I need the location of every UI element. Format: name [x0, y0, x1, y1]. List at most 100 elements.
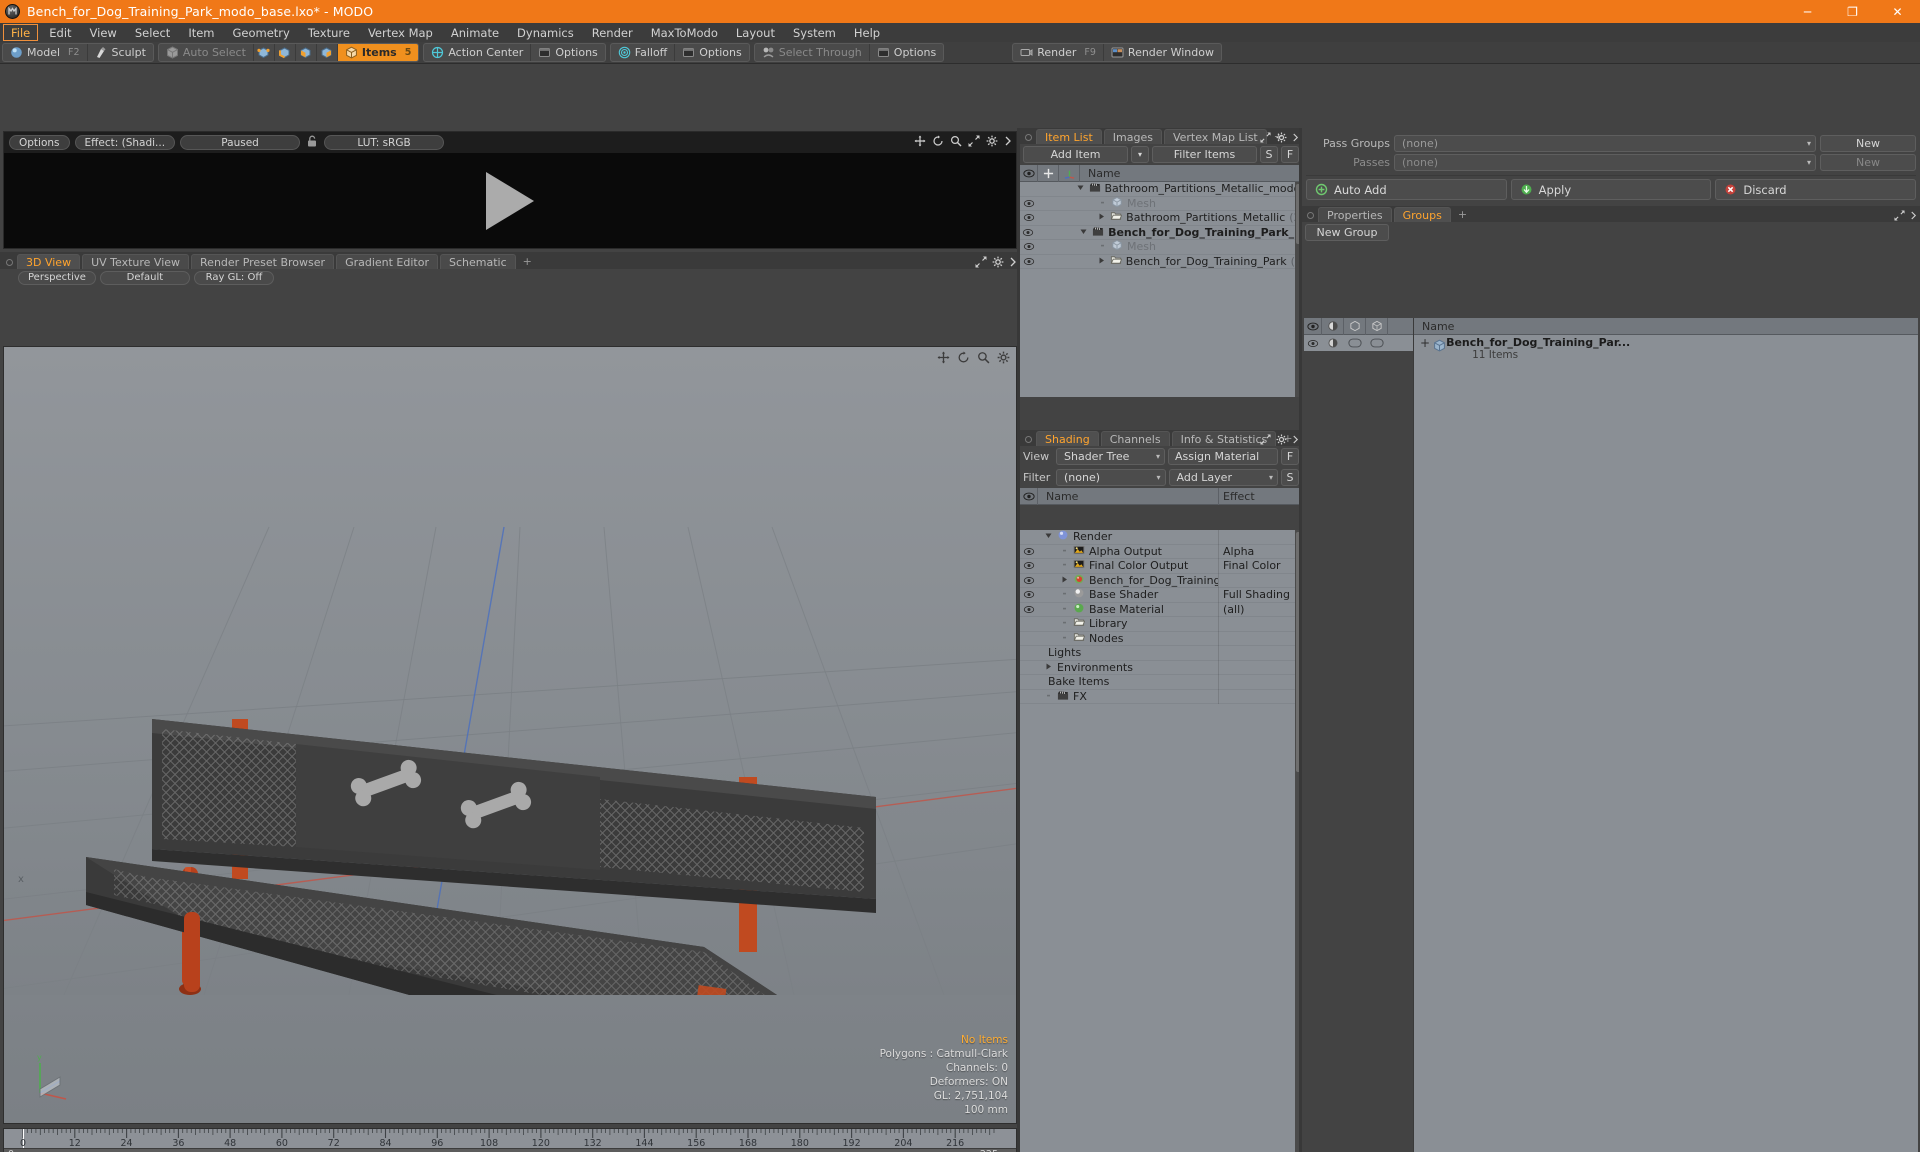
item-list-row[interactable]: Bathroom_Partitions_Metallic_modo_bas ..… [1020, 182, 1302, 197]
row-effect[interactable] [1218, 616, 1302, 631]
sculpt-mode-button[interactable]: Sculpt [88, 44, 153, 61]
shading-row[interactable]: Base Shader Full Shading▾ [1020, 587, 1302, 603]
vertex-select-icon[interactable] [254, 44, 275, 61]
row-disclosure[interactable] [1098, 197, 1107, 210]
item-list-row[interactable]: Bench_for_Dog_Training_Park_m ... [1020, 226, 1302, 240]
gear-icon[interactable] [986, 135, 998, 147]
gear-icon[interactable] [1276, 434, 1287, 445]
row-effect[interactable]: Full Shading▾ [1218, 587, 1302, 602]
filter-items-input[interactable]: Filter Items [1152, 146, 1257, 163]
passes-dropdown[interactable]: (none) ▾ [1394, 154, 1816, 171]
row-visibility-toggle[interactable] [1020, 228, 1037, 237]
rotate-tool-icon[interactable] [957, 351, 970, 364]
tab-channels[interactable]: Channels [1100, 431, 1170, 446]
menu-edit[interactable]: Edit [40, 23, 80, 42]
menu-maxtomodo[interactable]: MaxToModo [642, 23, 727, 42]
timeline[interactable]: 0 12 24 36 48 60 72 84 96 108 120 132 144 156 168 180 19… [3, 1128, 1017, 1152]
column-visibility[interactable] [1020, 487, 1038, 505]
viewport-perspective-dropdown[interactable]: Perspective [18, 270, 96, 285]
row-name[interactable]: Bake Items [1038, 675, 1218, 688]
column-visibility[interactable] [1304, 317, 1322, 335]
row-disclosure[interactable] [1060, 603, 1069, 616]
tab-properties[interactable]: Properties [1318, 207, 1392, 222]
move-tool-icon[interactable] [914, 135, 926, 147]
menu-help[interactable]: Help [845, 23, 889, 42]
tab-uv-texture-view[interactable]: UV Texture View [82, 254, 190, 269]
tab-shading[interactable]: Shading [1036, 431, 1099, 446]
apply-button[interactable]: Apply [1510, 179, 1712, 200]
row-disclosure[interactable] [1044, 661, 1053, 674]
item-list-row[interactable]: Mesh [1020, 240, 1302, 255]
viewport-shading-dropdown[interactable]: Default [99, 270, 190, 285]
assign-material-button[interactable]: Assign Material [1168, 448, 1278, 465]
row-effect[interactable] [1218, 631, 1302, 646]
row-name[interactable]: Bathroom_Partitions_Metallic_modo_bas ..… [1072, 181, 1302, 196]
material-select-icon[interactable] [317, 44, 338, 61]
shading-row[interactable]: Bench_for_Dog_Training_P... [1020, 573, 1302, 588]
row-effect[interactable] [1218, 674, 1302, 689]
zoom-tool-icon[interactable] [977, 351, 990, 364]
row-name[interactable]: Alpha Output [1038, 544, 1218, 559]
menu-file[interactable]: File [3, 24, 39, 41]
item-list-f-button[interactable]: F [1281, 146, 1299, 163]
viewport-raygl-dropdown[interactable]: Ray GL: Off [193, 270, 274, 285]
menu-texture[interactable]: Texture [299, 23, 359, 42]
maximize-panel-icon[interactable] [968, 135, 980, 147]
zoom-tool-icon[interactable] [950, 135, 962, 147]
row-visibility-toggle[interactable] [1020, 213, 1038, 222]
row-disclosure[interactable] [1060, 632, 1069, 645]
row-effect[interactable] [1218, 660, 1302, 675]
row-disclosure[interactable] [1097, 255, 1106, 268]
add-layer-dropdown[interactable]: Add Layer ▾ [1168, 469, 1278, 486]
row-disclosure[interactable] [1060, 559, 1069, 572]
row-effect[interactable] [1218, 573, 1302, 588]
select-through-options-button[interactable]: Options [870, 44, 943, 61]
shading-row[interactable]: Nodes [1020, 631, 1302, 646]
gear-icon[interactable] [992, 256, 1004, 268]
move-tool-icon[interactable] [937, 351, 950, 364]
shading-row[interactable]: Library [1020, 616, 1302, 632]
new-group-button[interactable]: New Group [1305, 224, 1389, 241]
row-effect[interactable] [1218, 645, 1302, 660]
chevron-right-icon[interactable] [1044, 662, 1053, 671]
play-triangle-icon[interactable] [486, 171, 534, 230]
falloff-options-button[interactable]: Options [675, 44, 748, 61]
menu-select[interactable]: Select [126, 23, 179, 42]
row-shading-toggle[interactable] [1322, 337, 1344, 349]
row-eye-toggle[interactable] [1304, 339, 1322, 348]
timeline-range-bar[interactable]: 0 225 [4, 1148, 1016, 1152]
menu-view[interactable]: View [81, 23, 126, 42]
tab-gradient-editor[interactable]: Gradient Editor [336, 254, 438, 269]
row-name[interactable]: Render [1038, 529, 1218, 544]
row-disclosure[interactable] [1098, 240, 1107, 253]
shading-row[interactable]: Base Material (all)▾ [1020, 602, 1302, 617]
row-name[interactable]: Base Shader [1038, 587, 1218, 602]
row-name[interactable]: Mesh [1080, 196, 1156, 211]
row-effect[interactable]: (all)▾ [1218, 602, 1302, 617]
row-visibility-toggle[interactable] [1020, 561, 1038, 570]
tab-render-preset-browser[interactable]: Render Preset Browser [191, 254, 335, 269]
edge-select-icon[interactable] [275, 44, 296, 61]
row-disclosure[interactable] [1076, 182, 1085, 195]
menu-render[interactable]: Render [583, 23, 642, 42]
add-item-button[interactable]: Add Item [1023, 146, 1128, 163]
items-mode-button[interactable]: Items 5 [337, 44, 419, 61]
maximize-panel-icon[interactable] [1260, 132, 1271, 143]
row-name[interactable]: Bench_for_Dog_Training_P... [1038, 573, 1218, 588]
action-center-button[interactable]: Action Center [424, 44, 532, 61]
preview-effect-dropdown[interactable]: Effect: (Shadi... [74, 135, 176, 150]
column-transform[interactable] [1059, 164, 1080, 182]
model-mode-button[interactable]: Model F2 [3, 44, 88, 61]
column-visibility[interactable] [1020, 164, 1038, 182]
tab-images[interactable]: Images [1103, 129, 1162, 144]
row-name[interactable]: Environments [1038, 661, 1218, 674]
menu-dynamics[interactable]: Dynamics [508, 23, 583, 42]
tab-3d-view[interactable]: 3D View [17, 254, 81, 269]
filter-dropdown[interactable]: (none) ▾ [1056, 469, 1166, 486]
row-disclosure[interactable] [1060, 574, 1069, 587]
row-name[interactable]: Final Color Output [1038, 558, 1218, 573]
maximize-button[interactable]: ❐ [1830, 0, 1875, 23]
discard-button[interactable]: Discard [1715, 179, 1917, 200]
row-disclosure[interactable] [1060, 617, 1069, 630]
shading-row[interactable]: Lights [1020, 645, 1302, 661]
